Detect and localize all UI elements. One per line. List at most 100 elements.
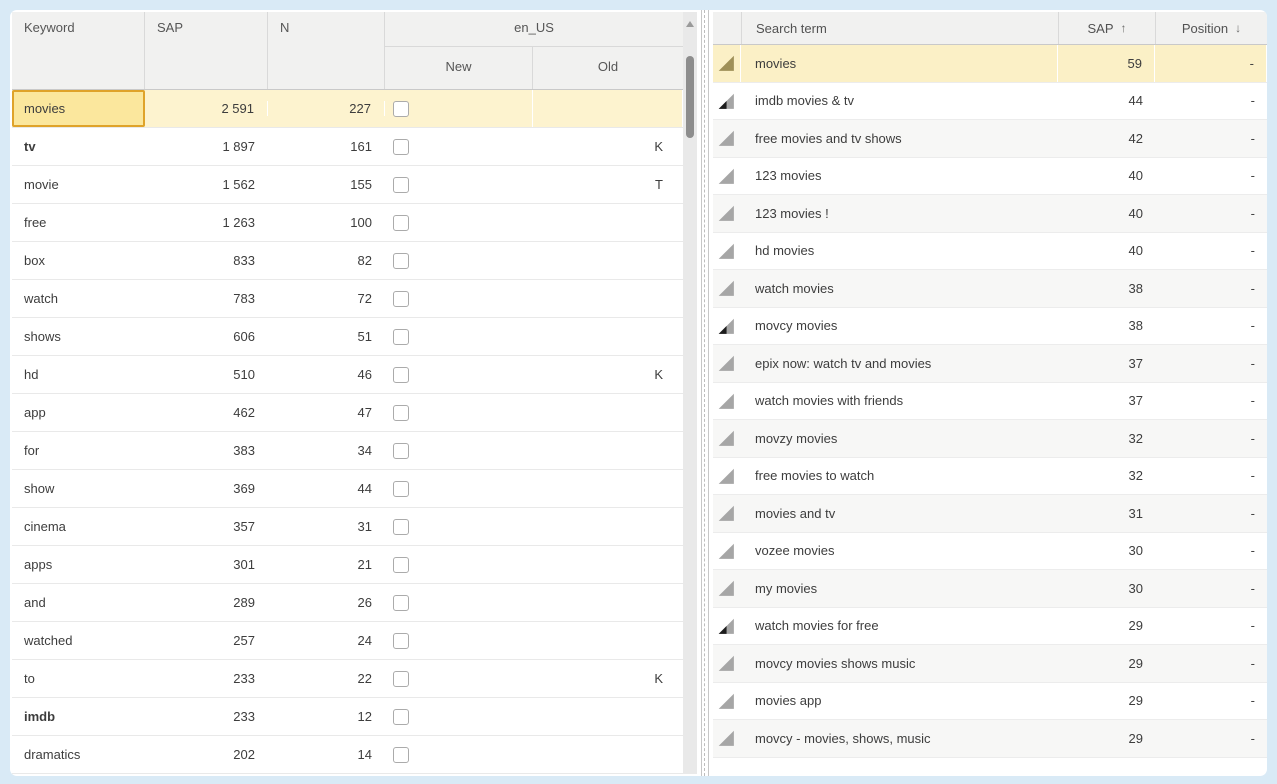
keyword-cell[interactable]: apps — [12, 546, 145, 583]
keyword-row[interactable]: and28926 — [12, 584, 683, 622]
expand-triangle-icon[interactable] — [713, 45, 741, 82]
keyword-row[interactable]: apps30121 — [12, 546, 683, 584]
keyword-cell[interactable]: tv — [12, 128, 145, 165]
expand-triangle-icon[interactable] — [713, 167, 741, 185]
column-header-keyword[interactable]: Keyword — [12, 12, 145, 89]
search-term-cell[interactable]: watch movies — [741, 281, 1058, 296]
keyword-cell[interactable]: movie — [12, 166, 145, 203]
new-checkbox[interactable] — [393, 367, 409, 383]
keyword-cell[interactable]: to — [12, 660, 145, 697]
search-term-cell[interactable]: free movies to watch — [741, 468, 1058, 483]
search-term-row[interactable]: vozee movies30- — [713, 533, 1267, 571]
expand-triangle-icon[interactable] — [713, 429, 741, 447]
expand-triangle-icon[interactable] — [713, 617, 741, 635]
search-term-row[interactable]: epix now: watch tv and movies37- — [713, 345, 1267, 383]
new-checkbox[interactable] — [393, 709, 409, 725]
search-term-row[interactable]: 123 movies40- — [713, 158, 1267, 196]
keyword-row[interactable]: tv1 897161K — [12, 128, 683, 166]
expand-triangle-icon[interactable] — [713, 654, 741, 672]
column-header-locale-group[interactable]: en_US — [385, 12, 683, 47]
new-checkbox[interactable] — [393, 633, 409, 649]
search-term-row[interactable]: movcy - movies, shows, music29- — [713, 720, 1267, 758]
new-checkbox[interactable] — [393, 443, 409, 459]
panel-splitter[interactable] — [697, 10, 713, 776]
search-term-cell[interactable]: movcy movies — [741, 318, 1058, 333]
search-term-cell[interactable]: movies — [741, 45, 1058, 82]
keyword-row[interactable]: dramatics20214 — [12, 736, 683, 774]
new-checkbox[interactable] — [393, 215, 409, 231]
keyword-row[interactable]: show36944 — [12, 470, 683, 508]
search-term-row[interactable]: my movies30- — [713, 570, 1267, 608]
keyword-row[interactable]: watched25724 — [12, 622, 683, 660]
search-term-cell[interactable]: movcy - movies, shows, music — [741, 731, 1058, 746]
keyword-row[interactable]: hd51046K — [12, 356, 683, 394]
keyword-table-scrollbar[interactable] — [683, 12, 697, 774]
search-term-cell[interactable]: my movies — [741, 581, 1058, 596]
keyword-row[interactable]: to23322K — [12, 660, 683, 698]
column-header-sap[interactable]: SAP — [145, 12, 268, 89]
search-term-row[interactable]: free movies to watch32- — [713, 458, 1267, 496]
keyword-row[interactable]: watch78372 — [12, 280, 683, 318]
expand-triangle-icon[interactable] — [713, 242, 741, 260]
column-header-sap-sorted[interactable]: SAP ↑ — [1058, 12, 1155, 44]
keyword-cell[interactable]: box — [12, 242, 145, 279]
column-header-new[interactable]: New — [385, 47, 533, 89]
keyword-cell[interactable]: movies — [12, 90, 145, 127]
new-checkbox[interactable] — [393, 747, 409, 763]
keyword-cell[interactable]: dramatics — [12, 736, 145, 773]
keyword-cell[interactable]: shows — [12, 318, 145, 355]
column-header-n[interactable]: N — [268, 12, 385, 89]
keyword-row[interactable]: app46247 — [12, 394, 683, 432]
search-term-row[interactable]: hd movies40- — [713, 233, 1267, 271]
search-term-row[interactable]: watch movies38- — [713, 270, 1267, 308]
expand-triangle-icon[interactable] — [713, 129, 741, 147]
new-checkbox[interactable] — [393, 101, 409, 117]
keyword-cell[interactable]: for — [12, 432, 145, 469]
keyword-cell[interactable]: cinema — [12, 508, 145, 545]
expand-triangle-icon[interactable] — [713, 392, 741, 410]
expand-triangle-icon[interactable] — [713, 542, 741, 560]
new-checkbox[interactable] — [393, 405, 409, 421]
search-term-row[interactable]: movies app29- — [713, 683, 1267, 721]
keyword-cell[interactable]: watched — [12, 622, 145, 659]
expand-triangle-icon[interactable] — [713, 579, 741, 597]
expand-triangle-icon[interactable] — [713, 354, 741, 372]
search-term-cell[interactable]: free movies and tv shows — [741, 131, 1058, 146]
search-term-row[interactable]: movies59- — [713, 45, 1267, 83]
new-checkbox[interactable] — [393, 329, 409, 345]
search-term-cell[interactable]: 123 movies — [741, 168, 1058, 183]
expand-triangle-icon[interactable] — [713, 729, 741, 747]
search-term-row[interactable]: movzy movies32- — [713, 420, 1267, 458]
new-checkbox[interactable] — [393, 519, 409, 535]
keyword-row[interactable]: movie1 562155T — [12, 166, 683, 204]
expand-triangle-icon[interactable] — [713, 692, 741, 710]
search-term-row[interactable]: imdb movies & tv44- — [713, 83, 1267, 121]
new-checkbox[interactable] — [393, 595, 409, 611]
search-term-cell[interactable]: 123 movies ! — [741, 206, 1058, 221]
keyword-cell[interactable]: hd — [12, 356, 145, 393]
search-term-cell[interactable]: movies and tv — [741, 506, 1058, 521]
keyword-row[interactable]: shows60651 — [12, 318, 683, 356]
column-header-position-sorted[interactable]: Position ↓ — [1155, 12, 1267, 44]
keyword-row[interactable]: box83382 — [12, 242, 683, 280]
search-term-row[interactable]: watch movies for free29- — [713, 608, 1267, 646]
search-term-row[interactable]: movcy movies38- — [713, 308, 1267, 346]
expand-triangle-icon[interactable] — [713, 467, 741, 485]
search-term-row[interactable]: 123 movies !40- — [713, 195, 1267, 233]
search-term-cell[interactable]: hd movies — [741, 243, 1058, 258]
column-header-old[interactable]: Old — [533, 47, 683, 89]
scrollbar-thumb[interactable] — [686, 56, 694, 138]
search-term-row[interactable]: free movies and tv shows42- — [713, 120, 1267, 158]
search-term-row[interactable]: watch movies with friends37- — [713, 383, 1267, 421]
expand-triangle-icon[interactable] — [713, 279, 741, 297]
search-term-cell[interactable]: watch movies with friends — [741, 393, 1058, 408]
search-term-cell[interactable]: movcy movies shows music — [741, 656, 1058, 671]
search-term-cell[interactable]: epix now: watch tv and movies — [741, 356, 1058, 371]
keyword-row[interactable]: free1 263100 — [12, 204, 683, 242]
keyword-row[interactable]: for38334 — [12, 432, 683, 470]
expand-triangle-icon[interactable] — [713, 317, 741, 335]
expand-triangle-icon[interactable] — [713, 92, 741, 110]
keyword-row[interactable]: imdb23312 — [12, 698, 683, 736]
keyword-row[interactable]: movies2 591227 — [12, 90, 683, 128]
new-checkbox[interactable] — [393, 557, 409, 573]
